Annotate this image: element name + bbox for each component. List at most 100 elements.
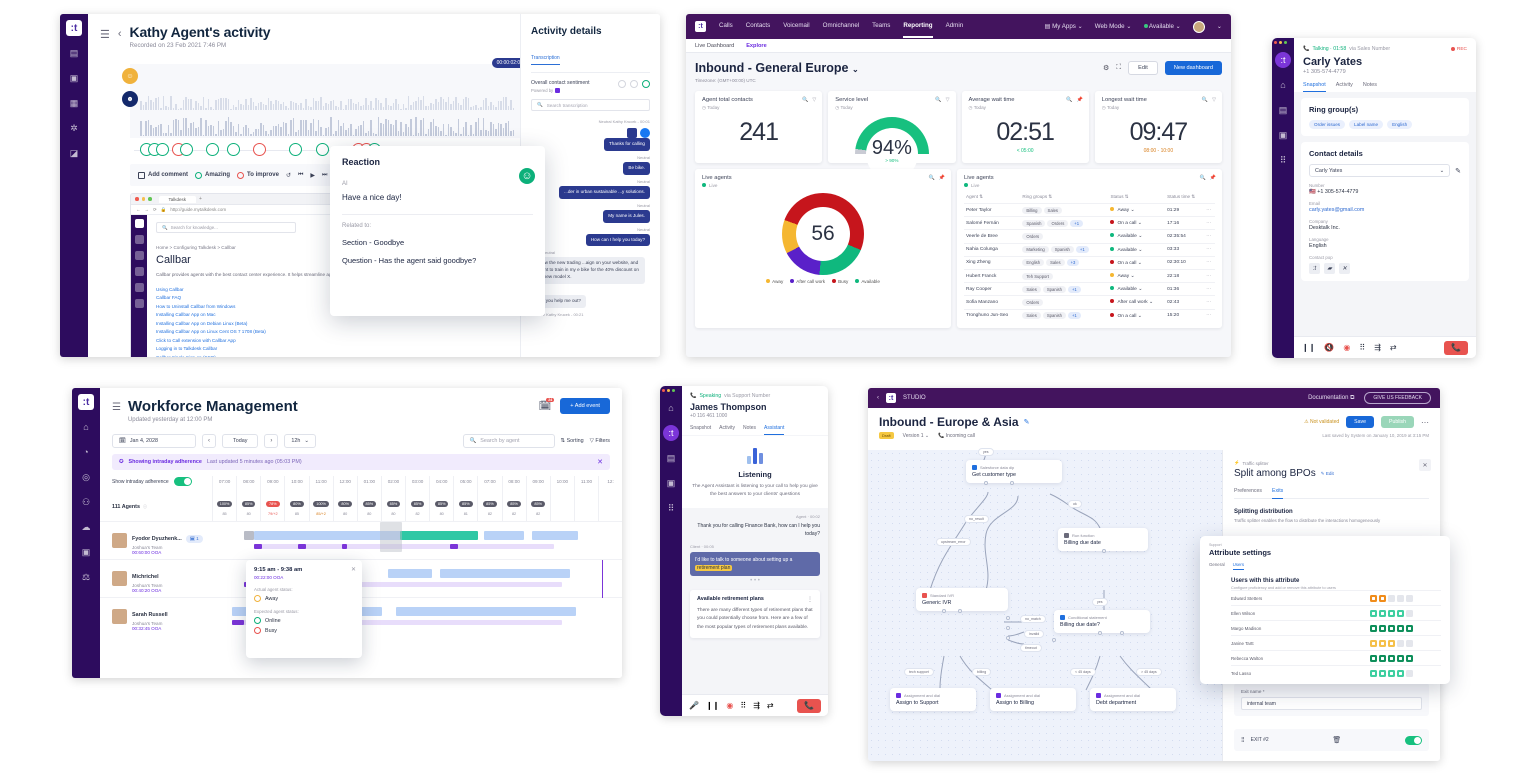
negative-event-marker[interactable] xyxy=(253,143,266,156)
edit-pencil-icon[interactable]: ✎ xyxy=(1455,167,1461,175)
date-picker[interactable]: 🗓 Jan 4, 2028 xyxy=(112,434,196,448)
exit-toggle[interactable] xyxy=(1404,735,1422,745)
node-assign-to-support[interactable]: Assignment and dial Assign to Support xyxy=(890,688,976,711)
cell-status[interactable]: On a call ⌄ xyxy=(1108,255,1166,270)
proficiency-square[interactable] xyxy=(1406,594,1413,602)
filters-button[interactable]: ▽ Filters xyxy=(590,438,610,444)
output-port[interactable] xyxy=(984,481,988,485)
proficiency-square[interactable] xyxy=(1379,624,1386,632)
documentation-link[interactable]: Documentation ⧉ xyxy=(1308,395,1354,402)
chat-app-icon[interactable]: ▰ xyxy=(1324,263,1335,274)
prev-icon[interactable]: ⏮ xyxy=(298,172,303,179)
to-improve-button[interactable]: To improve xyxy=(237,171,279,179)
proficiency-square[interactable] xyxy=(1370,624,1377,632)
mac-max-icon[interactable] xyxy=(672,389,675,392)
agent-row[interactable]: Fyodor Dyuzhenk... 🗓 1 Joshua's Team 00:60:… xyxy=(100,521,622,559)
chevron-down-icon[interactable]: ⌄ xyxy=(1138,234,1142,239)
card-actions[interactable]: 🔍 ▽ xyxy=(1202,97,1216,103)
tab-users[interactable]: Users xyxy=(1232,562,1245,570)
row-actions[interactable]: ⋯ xyxy=(1204,229,1215,244)
list-icon[interactable]: ▤ xyxy=(1275,102,1291,118)
proficiency-square[interactable] xyxy=(1388,654,1395,662)
add-call-icon[interactable]: ⇶ xyxy=(753,701,760,710)
tab-activity[interactable]: Activity xyxy=(719,425,735,435)
range-select[interactable]: 12h ⌄ xyxy=(284,434,316,448)
proficiency-square[interactable] xyxy=(1397,639,1404,647)
play-icon[interactable]: ▶ xyxy=(310,172,315,179)
filter-icon[interactable]: ▽ xyxy=(946,97,950,103)
transcription-bubble[interactable]: Thanks for calling xyxy=(603,138,650,151)
card-actions[interactable]: 🔍 📌 xyxy=(1200,175,1216,181)
agent-timeline[interactable] xyxy=(212,521,622,560)
node-conditional-statement[interactable]: Conditional statement Billing due date? xyxy=(1052,610,1150,642)
row-actions[interactable]: ⋯ xyxy=(1204,268,1215,283)
donut-legend[interactable]: Away After call work Busy Available xyxy=(702,279,944,284)
attribute-user-row[interactable]: Janine Tartt xyxy=(1231,635,1441,650)
next-day-button[interactable]: › xyxy=(264,434,279,448)
trash-icon[interactable]: 🗑 xyxy=(1332,736,1341,744)
gear-icon[interactable]: ✲ xyxy=(66,120,82,136)
subnav-explore[interactable]: Explore xyxy=(746,43,767,49)
clipboard-icon[interactable]: ▣ xyxy=(78,544,94,560)
waveform[interactable]: 00:00:02:01 ☺ ☻ xyxy=(122,58,534,112)
table-row[interactable]: Tronghuno Jun-Seo Sales Spanish +1 On a call… xyxy=(964,308,1215,322)
contact-pop-icons[interactable]: :t ▰ ✕ xyxy=(1309,263,1461,274)
avatar[interactable] xyxy=(1192,20,1205,33)
search-icon[interactable]: 🔍 xyxy=(1066,97,1072,103)
pin-icon[interactable]: 📌 xyxy=(1077,97,1083,103)
coverage-cell[interactable] xyxy=(573,487,598,521)
version-select[interactable]: Version 1 ⌄ xyxy=(903,433,929,439)
ring-group-overflow-chip[interactable]: +1 xyxy=(1067,312,1081,320)
proficiency-square[interactable] xyxy=(1406,654,1413,662)
row-actions[interactable]: ⋯ xyxy=(1204,216,1215,230)
back-icon[interactable]: ‹ xyxy=(118,28,122,40)
transfer-icon[interactable]: ⇄ xyxy=(767,701,774,710)
schedule-segment[interactable] xyxy=(484,530,524,540)
schedule-segment[interactable] xyxy=(232,619,244,625)
proficiency-square[interactable] xyxy=(1406,624,1413,632)
hangup-button[interactable]: 📞 xyxy=(1444,340,1468,355)
mac-max-icon[interactable] xyxy=(1284,41,1287,44)
attribute-settings-card[interactable]: Support Attribute settings General Users… xyxy=(1200,536,1450,684)
tab-exits[interactable]: Exits xyxy=(1271,488,1284,499)
coverage-cell[interactable]: 85% 82 xyxy=(501,487,526,521)
kpi-card-longest-wait-time[interactable]: 🔍 ▽ Longest wait time ◷ Today 09:47 08:00… xyxy=(1094,91,1222,163)
mic-icon[interactable]: 🎤 xyxy=(689,701,699,710)
positive-event-marker[interactable] xyxy=(180,143,193,156)
reaction-related-item[interactable]: Section - Goodbye xyxy=(342,238,533,247)
attribute-user-row[interactable]: Edward Stetters xyxy=(1231,590,1441,605)
add-comment-button[interactable]: Add comment xyxy=(138,171,188,179)
kpi-card-agent-total-contacts[interactable]: 🔍 ▽ Agent total contacts ◷ Today 241 xyxy=(695,91,823,163)
attribute-user-row[interactable]: Ellen Wilson xyxy=(1231,605,1441,620)
transcription-bubble[interactable]: ...saw the new trading ...aign on your w… xyxy=(531,257,646,285)
chevron-down-icon[interactable]: ⌄ xyxy=(1149,300,1153,305)
row-actions[interactable]: ⋯ xyxy=(1204,242,1215,257)
schedule-segment[interactable] xyxy=(450,543,458,549)
proficiency-square[interactable] xyxy=(1370,654,1377,662)
amazing-button[interactable]: Amazing xyxy=(195,171,230,179)
transcription-actions[interactable] xyxy=(531,128,650,138)
ring-group-tag[interactable]: Order issues xyxy=(1309,120,1346,129)
subnav-live-dashboard[interactable]: Live Dashboard xyxy=(695,43,734,49)
ring-group-tags[interactable]: Order issues Label name English xyxy=(1309,120,1461,129)
proficiency-square[interactable] xyxy=(1388,594,1395,602)
cell-status[interactable]: Available ⌄ xyxy=(1108,242,1166,257)
knowledge-search-input[interactable]: 🔍 Search for knowledge... xyxy=(156,222,296,233)
proficiency-square[interactable] xyxy=(1388,624,1395,632)
proficiency-square[interactable] xyxy=(1397,669,1404,677)
node-run-function[interactable]: Run function Billing due date xyxy=(1058,528,1148,553)
calendar-icon[interactable]: 🗓 24 xyxy=(539,397,555,412)
record-icon[interactable]: ◉ xyxy=(1343,343,1350,352)
prev-day-button[interactable]: ‹ xyxy=(202,434,216,448)
coverage-cell[interactable]: 100% 85/+2 xyxy=(308,487,333,521)
chevron-down-icon[interactable]: ⌄ xyxy=(1130,274,1134,279)
pin-icon[interactable]: 📌 xyxy=(1210,175,1216,181)
exit-name-input[interactable]: internal team xyxy=(1241,697,1422,710)
tab-general[interactable]: General xyxy=(1209,562,1225,570)
row-actions[interactable]: ⋯ xyxy=(1204,282,1215,296)
ring-group-overflow-chip[interactable]: +1 xyxy=(1075,246,1089,254)
schedule-icon[interactable]: ◎ xyxy=(78,469,94,485)
replay-icon[interactable]: ↺ xyxy=(286,172,291,179)
waveform-secondary[interactable] xyxy=(130,112,534,138)
neutral-face-icon[interactable] xyxy=(630,80,638,88)
